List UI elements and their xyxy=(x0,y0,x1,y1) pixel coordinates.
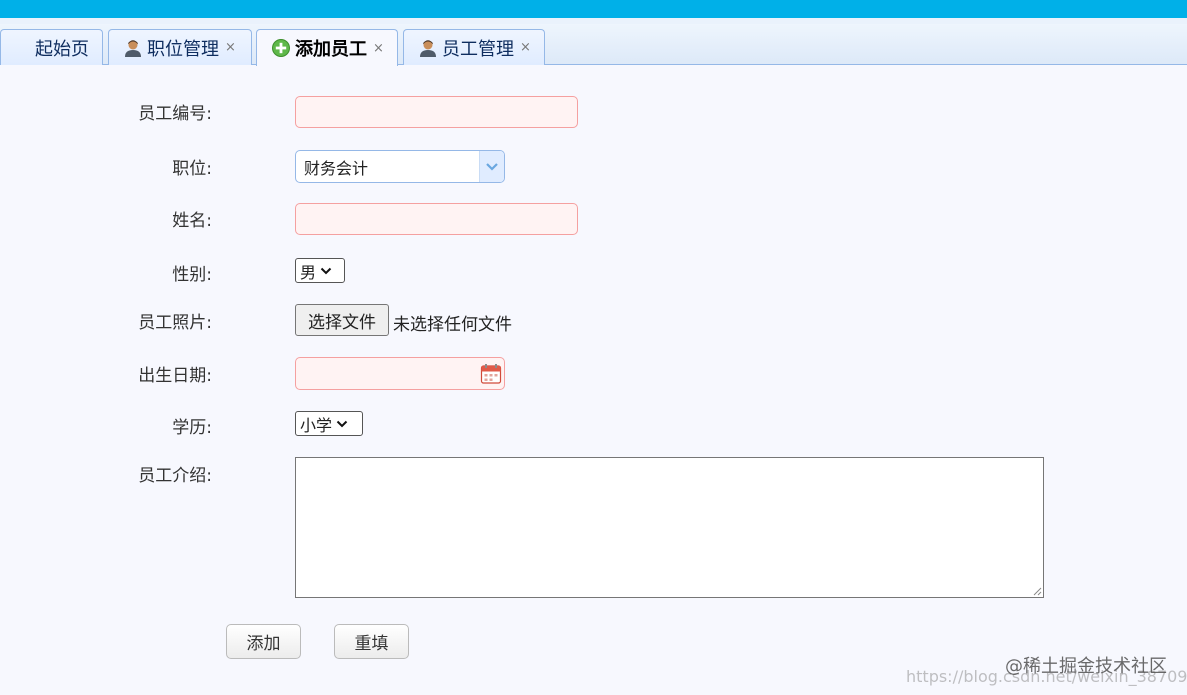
tab-start-page[interactable]: 起始页 xyxy=(0,29,103,65)
employee-no-input[interactable] xyxy=(295,96,578,128)
tab-label: 员工管理 xyxy=(442,38,514,60)
tab-label: 起始页 xyxy=(35,38,89,60)
chevron-down-icon xyxy=(320,267,332,275)
birthdate-input[interactable] xyxy=(295,357,505,390)
position-label: 职位: xyxy=(172,159,212,179)
resize-grip-icon[interactable] xyxy=(1032,586,1042,596)
employee-no-label: 员工编号: xyxy=(138,104,212,124)
add-button[interactable]: 添加 xyxy=(226,624,301,659)
tab-label: 添加员工 xyxy=(295,39,367,60)
name-input[interactable] xyxy=(295,203,578,235)
add-circle-icon xyxy=(272,39,290,57)
intro-textarea[interactable] xyxy=(295,457,1044,598)
education-value: 小学 xyxy=(300,415,333,435)
tab-label: 职位管理 xyxy=(147,38,219,60)
close-icon[interactable]: × xyxy=(520,40,531,55)
user-icon xyxy=(125,39,141,57)
gender-value: 男 xyxy=(300,262,317,282)
reset-button[interactable]: 重填 xyxy=(334,624,409,659)
close-icon[interactable]: × xyxy=(373,41,384,56)
gender-select[interactable]: 男 xyxy=(295,258,345,283)
file-status-text: 未选择任何文件 xyxy=(393,315,512,335)
gender-label: 性别: xyxy=(172,265,212,285)
education-select[interactable]: 小学 xyxy=(295,411,363,436)
calendar-icon[interactable] xyxy=(480,363,502,385)
position-value: 财务会计 xyxy=(304,158,369,178)
user-icon xyxy=(420,39,436,57)
top-banner xyxy=(0,0,1187,18)
chevron-down-icon[interactable] xyxy=(479,151,504,182)
birthdate-label: 出生日期: xyxy=(138,366,212,386)
choose-file-button[interactable]: 选择文件 xyxy=(295,304,389,336)
tab-position-management[interactable]: 职位管理 × xyxy=(108,29,252,65)
photo-label: 员工照片: xyxy=(138,313,212,333)
chevron-down-icon xyxy=(336,420,348,428)
position-combobox[interactable]: 财务会计 xyxy=(295,150,505,183)
tab-strip: 起始页 职位管理 × 添加员工 × 员工管理 × xyxy=(0,24,1187,66)
education-label: 学历: xyxy=(172,418,212,438)
watermark-text: @稀土掘金技术社区 xyxy=(1005,656,1167,677)
close-icon[interactable]: × xyxy=(225,40,236,55)
intro-label: 员工介绍: xyxy=(138,466,212,486)
name-label: 姓名: xyxy=(172,211,212,231)
tab-add-employee[interactable]: 添加员工 × xyxy=(256,29,398,66)
tab-employee-management[interactable]: 员工管理 × xyxy=(403,29,545,65)
